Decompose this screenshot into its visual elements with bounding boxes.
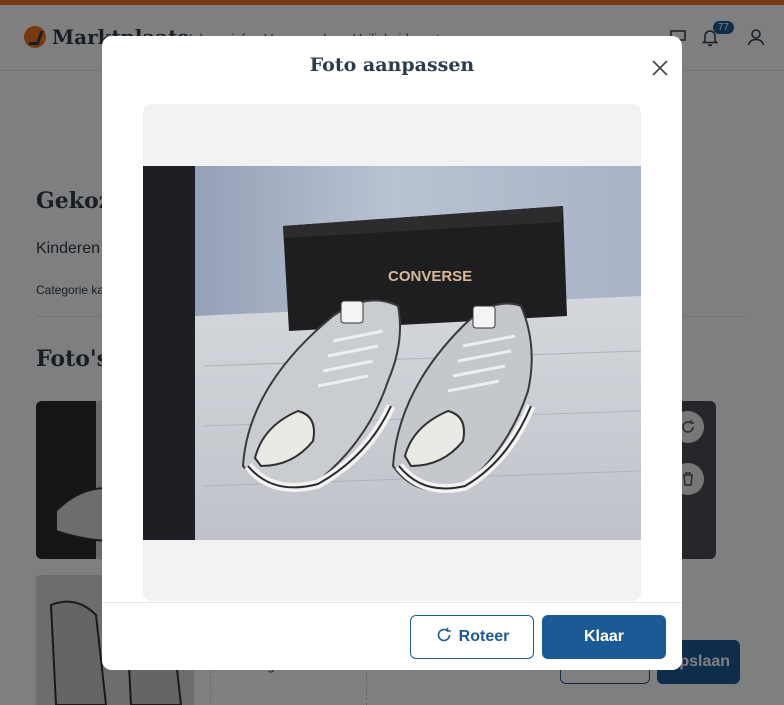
box-brand-text: CONVERSE [388, 268, 472, 285]
rotate-button-label: Roteer [458, 628, 510, 645]
photo-editor-canvas[interactable]: CONVERSE [143, 104, 641, 601]
edit-photo-dialog: Foto aanpassen CONVERSE Roteer Klaar [102, 36, 682, 670]
photo-preview: CONVERSE [143, 166, 641, 540]
rotate-icon [435, 626, 453, 649]
close-icon[interactable] [648, 56, 672, 80]
dialog-footer: Roteer Klaar [102, 602, 682, 670]
done-button[interactable]: Klaar [542, 615, 666, 659]
dialog-title: Foto aanpassen [309, 54, 475, 76]
rotate-button[interactable]: Roteer [410, 615, 534, 659]
